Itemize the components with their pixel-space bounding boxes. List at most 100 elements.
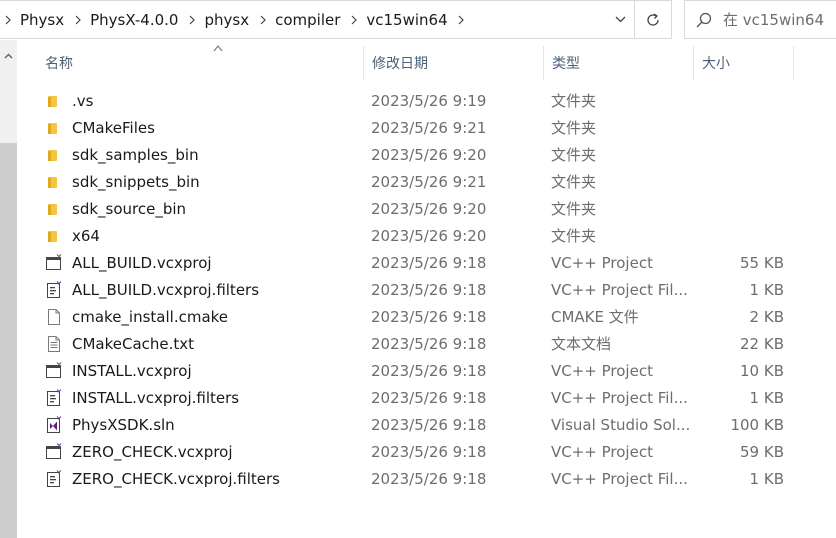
file-modified-date: 2023/5/26 9:18 <box>371 281 487 299</box>
file-row[interactable]: ALL_BUILD.vcxproj 2023/5/26 9:18 VC++ Proj… <box>17 250 836 277</box>
file-row[interactable]: sdk_snippets_bin 2023/5/26 9:21 文件夹 <box>17 169 836 196</box>
file-type: VC++ Project <box>551 254 653 272</box>
chevron-right-icon[interactable] <box>0 15 16 25</box>
file-modified-date: 2023/5/26 9:18 <box>371 362 487 380</box>
vcxproj-filters-icon <box>45 389 63 407</box>
chevron-right-icon[interactable] <box>454 15 470 25</box>
vcxproj-icon <box>45 443 63 461</box>
navigation-pane-scrollbar[interactable] <box>0 40 17 538</box>
file-row[interactable]: INSTALL.vcxproj.filters 2023/5/26 9:18 VC+… <box>17 385 836 412</box>
address-history-dropdown[interactable] <box>606 1 634 38</box>
vcxproj-filters-icon <box>45 470 63 488</box>
column-header-name-label: 名称 <box>45 56 73 72</box>
column-headers: 名称 修改日期 类型 大小 <box>17 45 836 80</box>
file-size: 22 KB <box>740 335 784 353</box>
file-size: 1 KB <box>749 389 784 407</box>
sln-icon <box>45 416 63 434</box>
file-type: 文件夹 <box>551 227 597 245</box>
file-row[interactable]: cmake_install.cmake 2023/5/26 9:18 CMAKE 文… <box>17 304 836 331</box>
file-name: sdk_samples_bin <box>72 146 199 164</box>
file-name: ALL_BUILD.vcxproj <box>72 254 212 272</box>
file-type: 文件夹 <box>551 173 597 191</box>
vcxproj-icon <box>45 254 63 272</box>
file-name: sdk_source_bin <box>72 200 187 218</box>
file-row[interactable]: ZERO_CHECK.vcxproj 2023/5/26 9:18 VC++ Pro… <box>17 439 836 466</box>
file-name: PhysXSDK.sln <box>72 416 175 434</box>
column-header-size[interactable]: 大小 <box>694 46 794 80</box>
file-name: cmake_install.cmake <box>72 308 229 326</box>
chevron-right-icon[interactable] <box>255 15 271 25</box>
file-type: VC++ Project Fil... <box>551 389 688 407</box>
breadcrumb-item-physx[interactable]: physx <box>200 11 255 29</box>
file-modified-date: 2023/5/26 9:18 <box>371 335 487 353</box>
file-type: 文件夹 <box>551 119 597 137</box>
file-row[interactable]: ALL_BUILD.vcxproj.filters 2023/5/26 9:18 V… <box>17 277 836 304</box>
blank-file-icon <box>45 308 63 326</box>
file-name: CMakeFiles <box>72 119 155 137</box>
search-input[interactable]: 在 vc15win64 <box>723 9 824 30</box>
column-header-date[interactable]: 修改日期 <box>364 46 544 80</box>
file-row[interactable]: sdk_samples_bin 2023/5/26 9:20 文件夹 <box>17 142 836 169</box>
folder-icon <box>45 119 63 137</box>
column-header-name[interactable]: 名称 <box>17 45 364 80</box>
file-name: CMakeCache.txt <box>72 335 195 353</box>
file-type: 文本文档 <box>551 335 612 353</box>
chevron-right-icon[interactable] <box>346 15 362 25</box>
file-modified-date: 2023/5/26 9:18 <box>371 389 487 407</box>
file-row[interactable]: CMakeFiles 2023/5/26 9:21 文件夹 <box>17 115 836 142</box>
file-row[interactable]: ZERO_CHECK.vcxproj.filters 2023/5/26 9:18… <box>17 466 836 493</box>
file-size: 100 KB <box>730 416 784 434</box>
file-type: Visual Studio Sol... <box>551 416 691 434</box>
file-name: x64 <box>72 227 100 245</box>
file-size: 1 KB <box>749 470 784 488</box>
scroll-up-icon[interactable] <box>0 48 17 64</box>
breadcrumb-item-physx-version[interactable]: PhysX-4.0.0 <box>86 11 184 29</box>
file-type: VC++ Project <box>551 362 653 380</box>
file-name: .vs <box>72 92 94 110</box>
column-header-type[interactable]: 类型 <box>544 46 694 80</box>
file-modified-date: 2023/5/26 9:19 <box>371 92 487 110</box>
file-modified-date: 2023/5/26 9:18 <box>371 416 487 434</box>
file-modified-date: 2023/5/26 9:20 <box>371 227 487 245</box>
breadcrumb-item-compiler[interactable]: compiler <box>271 11 346 29</box>
address-bar[interactable]: Physx PhysX-4.0.0 physx compiler vc15win… <box>0 0 672 39</box>
search-box[interactable]: 在 vc15win64 <box>684 0 836 39</box>
chevron-down-icon <box>615 16 625 23</box>
folder-icon <box>45 173 63 191</box>
chevron-right-icon[interactable] <box>70 15 86 25</box>
file-modified-date: 2023/5/26 9:20 <box>371 146 487 164</box>
file-name: ZERO_CHECK.vcxproj.filters <box>72 470 280 488</box>
chevron-right-icon[interactable] <box>184 15 200 25</box>
file-modified-date: 2023/5/26 9:18 <box>371 254 487 272</box>
folder-icon <box>45 227 63 245</box>
file-name: sdk_snippets_bin <box>72 173 200 191</box>
sort-ascending-icon <box>213 45 223 52</box>
file-modified-date: 2023/5/26 9:21 <box>371 173 487 191</box>
file-row[interactable]: sdk_source_bin 2023/5/26 9:20 文件夹 <box>17 196 836 223</box>
refresh-icon <box>647 12 659 26</box>
file-row[interactable]: CMakeCache.txt 2023/5/26 9:18 文本文档 22 KB <box>17 331 836 358</box>
file-name: INSTALL.vcxproj <box>72 362 192 380</box>
breadcrumb: Physx PhysX-4.0.0 physx compiler vc15win… <box>0 1 606 38</box>
file-size: 1 KB <box>749 281 784 299</box>
folder-icon <box>45 200 63 218</box>
refresh-button[interactable] <box>634 1 671 38</box>
file-row[interactable]: .vs 2023/5/26 9:19 文件夹 <box>17 88 836 115</box>
vcxproj-filters-icon <box>45 281 63 299</box>
file-modified-date: 2023/5/26 9:18 <box>371 470 487 488</box>
file-type: CMAKE 文件 <box>551 308 639 326</box>
file-row[interactable]: PhysXSDK.sln 2023/5/26 9:18 Visual Studio … <box>17 412 836 439</box>
file-row[interactable]: INSTALL.vcxproj 2023/5/26 9:18 VC++ Projec… <box>17 358 836 385</box>
file-modified-date: 2023/5/26 9:20 <box>371 200 487 218</box>
scrollbar-thumb[interactable] <box>0 143 17 538</box>
file-type: 文件夹 <box>551 146 597 164</box>
file-modified-date: 2023/5/26 9:18 <box>371 443 487 461</box>
file-type: VC++ Project Fil... <box>551 281 688 299</box>
folder-icon <box>45 146 63 164</box>
breadcrumb-item-physx-root[interactable]: Physx <box>16 11 70 29</box>
file-type: 文件夹 <box>551 200 597 218</box>
column-header-size-label: 大小 <box>702 56 730 72</box>
file-modified-date: 2023/5/26 9:18 <box>371 308 487 326</box>
file-row[interactable]: x64 2023/5/26 9:20 文件夹 <box>17 223 836 250</box>
breadcrumb-item-vc15win64[interactable]: vc15win64 <box>362 11 453 29</box>
